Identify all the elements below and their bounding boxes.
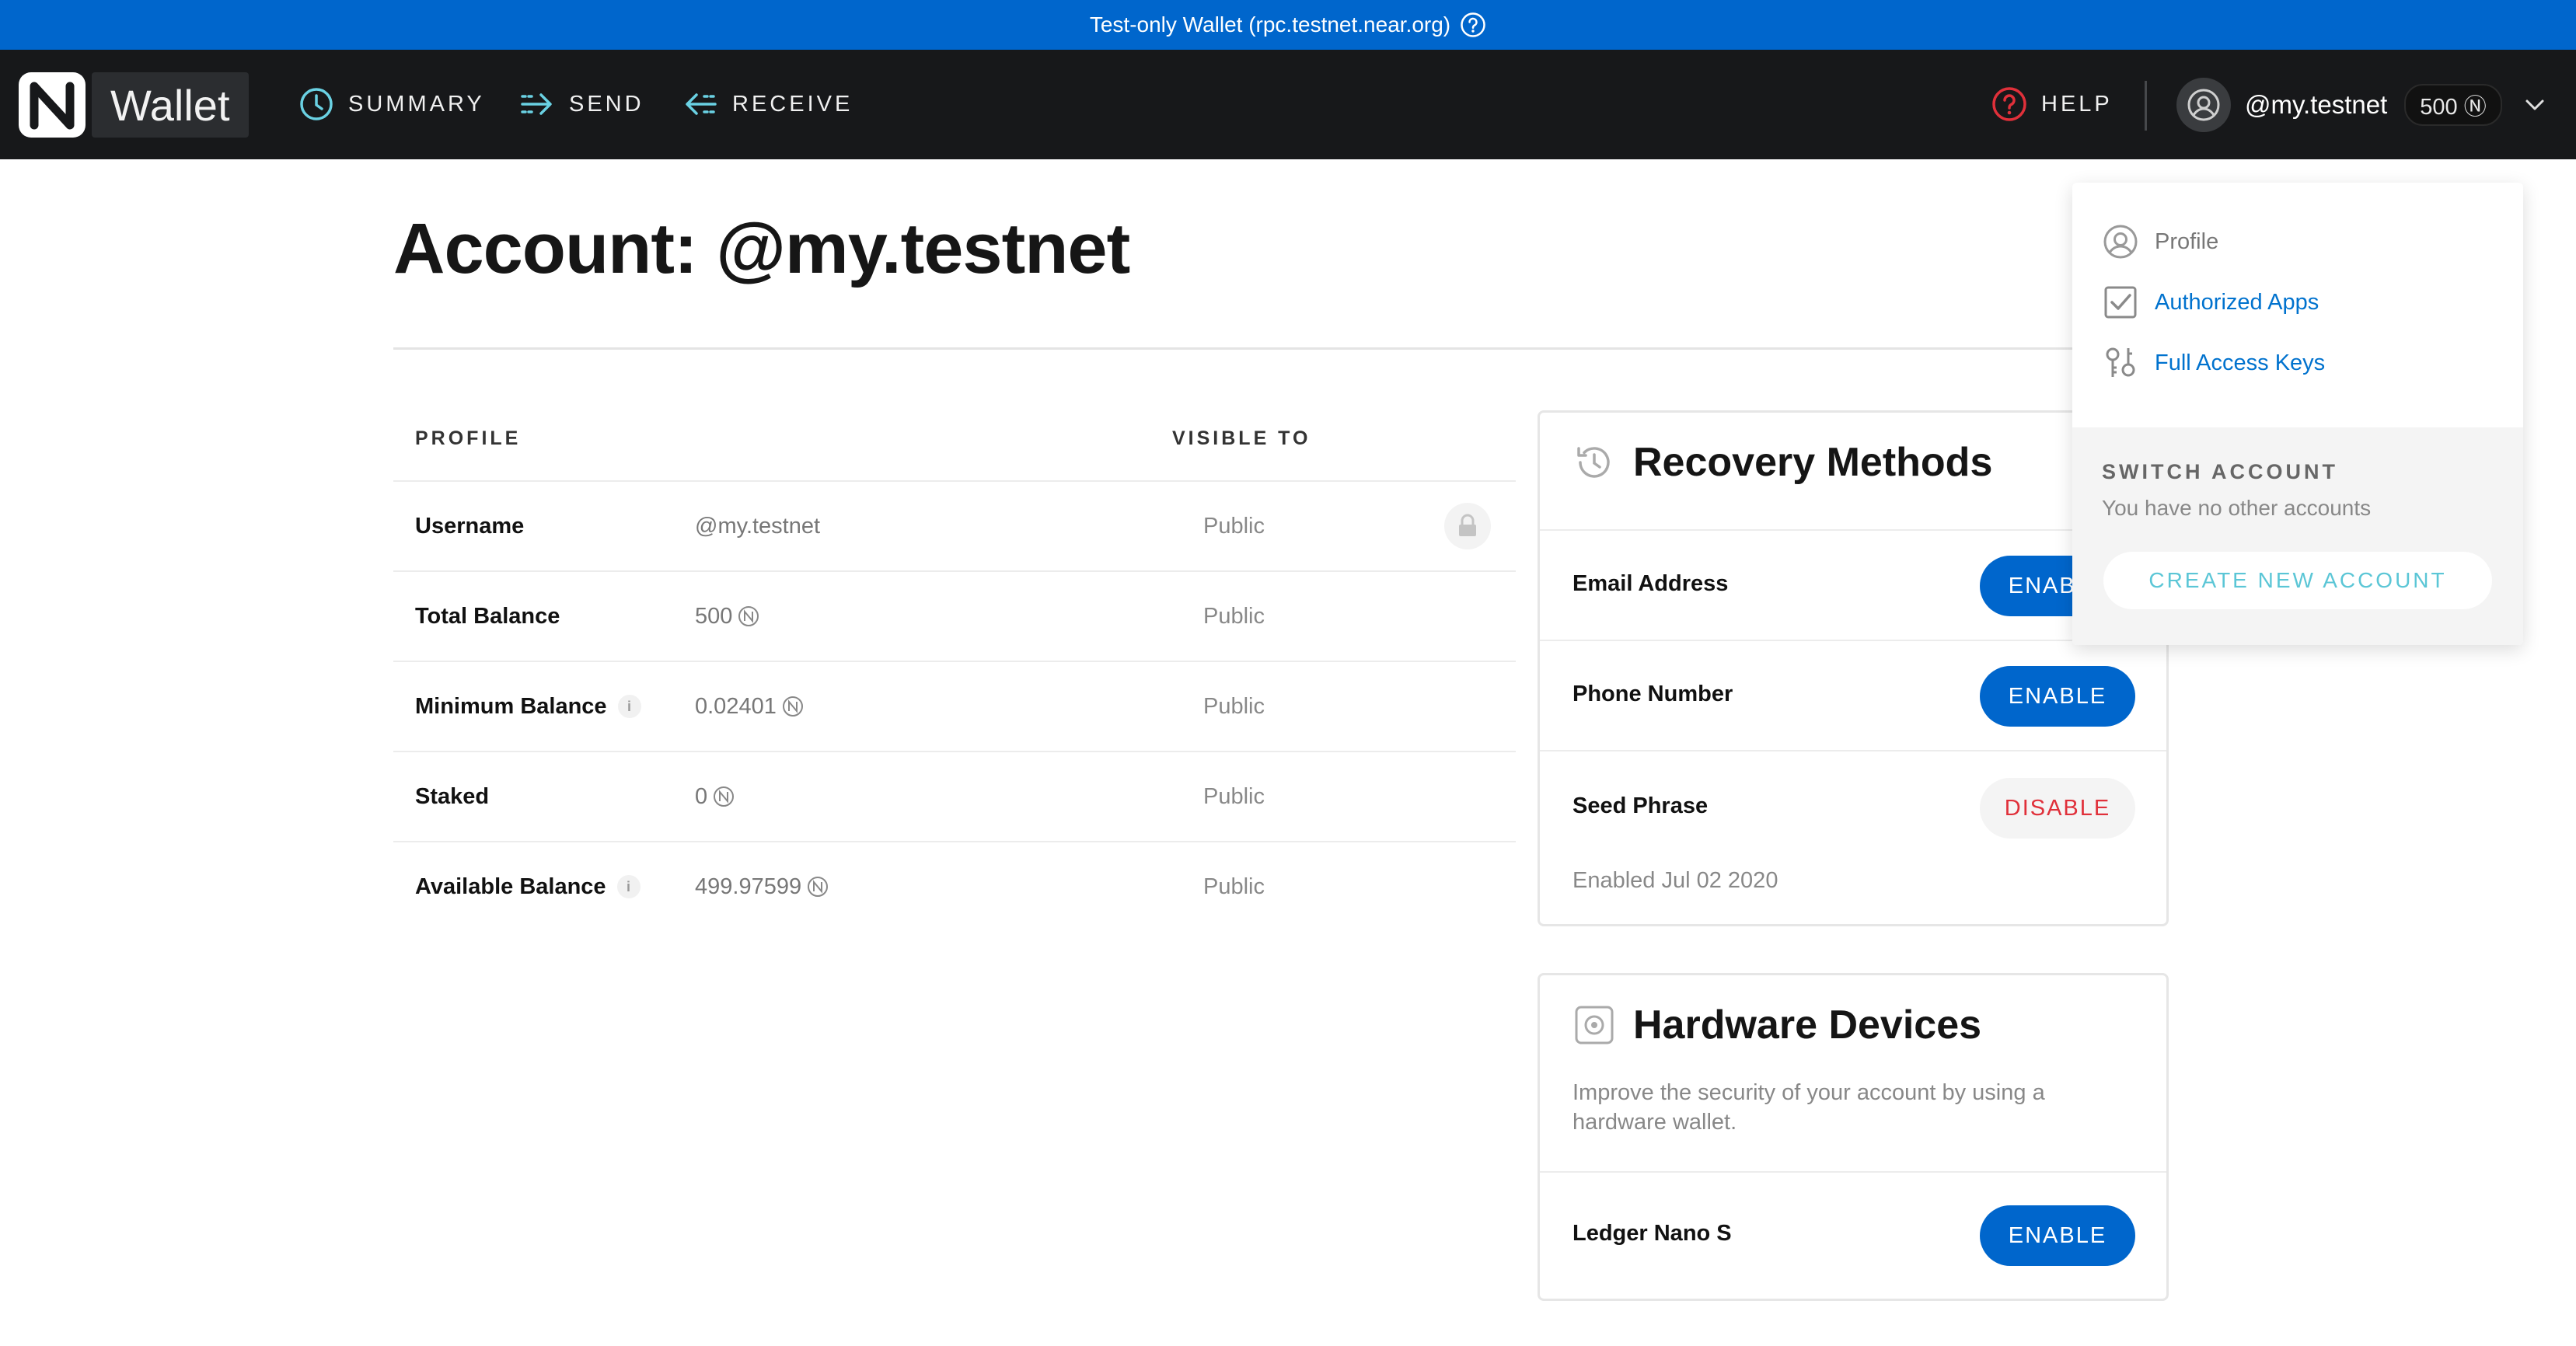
wallet-logo[interactable]: Wallet xyxy=(17,71,261,139)
method-label: Seed Phrase xyxy=(1572,793,1709,818)
device-label: Ledger Nano S xyxy=(1572,1221,1732,1246)
row-visibility: Public xyxy=(1203,513,1265,539)
hardware-description: Improve the security of your account by … xyxy=(1572,1080,2045,1135)
test-network-banner: Test-only Wallet (rpc.testnet.near.org) xyxy=(0,0,2576,50)
top-navigation: Wallet SUMMARY SEND RECEIVE HELP @my.tes… xyxy=(0,50,2576,159)
row-visibility: Public xyxy=(1203,783,1265,809)
method-label: Email Address xyxy=(1572,571,1729,596)
dropdown-full-access-keys-label: Full Access Keys xyxy=(2155,350,2326,375)
method-label: Phone Number xyxy=(1572,682,1733,706)
nav-receive[interactable]: RECEIVE xyxy=(681,81,853,127)
hardware-title-text: Hardware Devices xyxy=(1633,1003,1982,1048)
help-icon xyxy=(1990,85,2029,124)
hardware-title: Hardware Devices xyxy=(1572,1002,1981,1048)
info-icon[interactable]: i xyxy=(616,875,641,898)
switch-account-section: SWITCH ACCOUNT You have no other account… xyxy=(2072,427,2523,645)
avatar xyxy=(2176,78,2231,132)
row-visibility: Public xyxy=(1203,693,1265,719)
nav-summary[interactable]: SUMMARY xyxy=(297,81,485,127)
enable-ledger-button[interactable]: ENABLE xyxy=(1980,1205,2135,1266)
user-circle-icon xyxy=(2187,89,2220,121)
near-token-icon xyxy=(738,606,759,626)
enable-phone-button[interactable]: ENABLE xyxy=(1980,666,2135,727)
dropdown-profile-label: Profile xyxy=(2155,228,2219,254)
near-token-icon xyxy=(714,786,735,807)
seed-enabled-date: Enabled Jul 02 2020 xyxy=(1572,868,1778,893)
row-label: Staked xyxy=(415,783,490,809)
history-icon xyxy=(1572,441,1616,484)
near-token-icon xyxy=(782,696,803,717)
account-dropdown: Profile Authorized Apps Full Access Keys… xyxy=(2072,183,2523,645)
logo-text: Wallet xyxy=(92,72,249,138)
row-label: Username xyxy=(415,513,525,539)
dropdown-profile[interactable]: Profile xyxy=(2102,220,2218,263)
row-value: 499.97599 xyxy=(695,874,802,899)
row-label: Total Balance xyxy=(415,603,560,629)
table-row: Available Balance i 499.97599 Public xyxy=(393,842,1516,931)
table-row: Staked 0 Public xyxy=(393,752,1516,842)
nav-send[interactable]: SEND xyxy=(518,81,644,127)
title-divider xyxy=(393,347,2150,350)
clock-icon xyxy=(297,85,336,124)
nav-divider xyxy=(2145,81,2147,131)
profile-table: PROFILE VISIBLE TO Username @my.testnet … xyxy=(393,396,1516,931)
chevron-down-icon[interactable] xyxy=(2522,92,2547,117)
row-label: Minimum Balance xyxy=(415,693,607,719)
row-visibility: Public xyxy=(1203,603,1265,629)
account-name: @my.testnet xyxy=(2245,90,2388,119)
dropdown-authorized-apps-label: Authorized Apps xyxy=(2155,289,2319,315)
recovery-title-text: Recovery Methods xyxy=(1633,440,1993,485)
profile-table-header: PROFILE VISIBLE TO xyxy=(393,396,1516,482)
table-row: Minimum Balance i 0.02401 Public xyxy=(393,662,1516,752)
account-menu-toggle[interactable]: @my.testnet 500 Ⓝ xyxy=(2176,78,2547,132)
checkbox-icon xyxy=(2102,284,2139,321)
nav-summary-label: SUMMARY xyxy=(348,91,485,117)
row-value-wrap: 500 xyxy=(695,604,760,629)
row-value-wrap: 0.02401 xyxy=(695,694,805,720)
nav-help[interactable]: HELP xyxy=(1990,81,2113,127)
recovery-row-phone: Phone Number ENABLE xyxy=(1540,640,2166,751)
near-token-icon xyxy=(808,877,829,897)
row-value-wrap: 0 xyxy=(695,784,735,810)
nav-help-label: HELP xyxy=(2041,91,2113,117)
user-circle-icon xyxy=(2102,223,2139,260)
row-value: @my.testnet xyxy=(695,513,821,539)
table-row: Username @my.testnet Public xyxy=(393,482,1516,572)
recovery-title: Recovery Methods xyxy=(1572,439,1992,486)
recovery-row-seed: Seed Phrase DISABLE Enabled Jul 02 2020 xyxy=(1540,750,2166,922)
switch-account-title: SWITCH ACCOUNT xyxy=(2102,460,2338,483)
row-value: 0.02401 xyxy=(695,693,777,719)
dropdown-authorized-apps[interactable]: Authorized Apps xyxy=(2102,281,2319,324)
near-logo-icon xyxy=(17,71,87,139)
hardware-device-icon xyxy=(1572,1003,1616,1047)
account-balance-badge: 500 Ⓝ xyxy=(2404,84,2502,126)
row-visibility: Public xyxy=(1203,874,1265,899)
question-circle-icon[interactable] xyxy=(1460,12,1486,38)
receive-arrow-icon xyxy=(681,85,720,124)
nav-send-label: SEND xyxy=(569,91,644,117)
nav-receive-label: RECEIVE xyxy=(732,91,853,117)
row-value: 500 xyxy=(695,603,733,629)
row-value-wrap: 499.97599 xyxy=(695,874,829,900)
row-label-wrap: Available Balance i xyxy=(415,874,641,900)
header-visible-to: VISIBLE TO xyxy=(1172,427,1311,449)
header-profile: PROFILE xyxy=(415,427,522,449)
page-title: Account: @my.testnet xyxy=(393,209,1130,288)
lock-icon[interactable] xyxy=(1444,503,1491,549)
create-new-account-button[interactable]: CREATE NEW ACCOUNT xyxy=(2103,552,2492,609)
banner-text: Test-only Wallet (rpc.testnet.near.org) xyxy=(1089,12,1451,37)
no-other-accounts-text: You have no other accounts xyxy=(2102,496,2372,520)
row-value: 0 xyxy=(695,783,708,809)
disable-seed-button[interactable]: DISABLE xyxy=(1980,778,2135,839)
info-icon[interactable]: i xyxy=(617,695,641,718)
keys-icon xyxy=(2102,344,2139,382)
hardware-devices-card: Hardware Devices Improve the security of… xyxy=(1538,973,2169,1301)
send-arrow-icon xyxy=(518,85,557,124)
row-label: Available Balance xyxy=(415,874,606,899)
table-row: Total Balance 500 Public xyxy=(393,572,1516,662)
hardware-row-ledger: Ledger Nano S ENABLE xyxy=(1540,1171,2166,1297)
row-label-wrap: Minimum Balance i xyxy=(415,694,641,720)
dropdown-full-access-keys[interactable]: Full Access Keys xyxy=(2102,341,2325,385)
